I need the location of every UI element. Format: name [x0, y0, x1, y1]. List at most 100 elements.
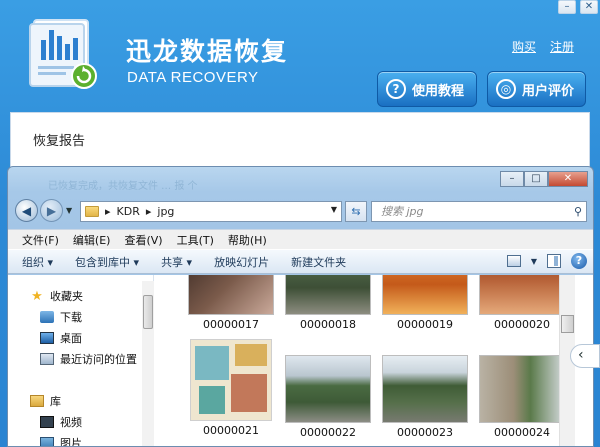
- report-title: 恢复报告: [33, 134, 86, 149]
- new-folder-button[interactable]: 新建文件夹: [291, 254, 346, 270]
- nav-library[interactable]: 库: [30, 393, 61, 409]
- photo-thumbnail: [285, 275, 371, 315]
- app-window-controls: – ✕: [558, 0, 598, 14]
- photo-thumbnail: [285, 355, 371, 423]
- forward-button[interactable]: ▶: [40, 199, 63, 222]
- nav-desktop[interactable]: 桌面: [40, 330, 82, 346]
- report-panel: 恢复报告: [10, 112, 590, 170]
- file-item[interactable]: 00000019: [382, 275, 468, 331]
- address-bar[interactable]: ▸ KDR ▸ jpg ▼: [80, 201, 342, 222]
- explorer-close-button[interactable]: ✕: [548, 171, 588, 187]
- user-review-button[interactable]: ◎ 用户评价: [487, 71, 586, 107]
- slideshow-button[interactable]: 放映幻灯片: [214, 254, 269, 270]
- app-minimize-button[interactable]: –: [558, 0, 576, 14]
- file-item[interactable]: 00000017: [188, 275, 274, 331]
- view-dropdown-icon[interactable]: ▼: [531, 257, 537, 266]
- help-icon[interactable]: ?: [571, 253, 587, 269]
- arrow-left-icon: ◀: [21, 203, 32, 218]
- buy-link[interactable]: 购买: [512, 38, 536, 55]
- file-item[interactable]: 00000018: [285, 275, 371, 331]
- file-name: 00000017: [203, 318, 259, 331]
- back-button[interactable]: ◀: [15, 199, 38, 222]
- photo-thumbnail: [479, 275, 565, 315]
- recent-places-icon: [40, 353, 54, 365]
- file-view-scrollbar-thumb[interactable]: [561, 315, 574, 333]
- downloads-icon: [40, 311, 54, 323]
- file-item[interactable]: 00000024: [479, 355, 565, 439]
- refresh-button[interactable]: ⇆: [345, 201, 367, 222]
- pictures-icon: [40, 437, 54, 446]
- file-name: 00000020: [494, 318, 550, 331]
- menu-bar: 文件(F) 编辑(E) 查看(V) 工具(T) 帮助(H): [8, 229, 593, 249]
- videos-icon: [40, 416, 54, 428]
- top-links: 购买 注册: [512, 38, 574, 55]
- folder-icon: [85, 206, 99, 217]
- register-link[interactable]: 注册: [550, 38, 574, 55]
- file-item[interactable]: 00000023: [382, 355, 468, 439]
- breadcrumb-kdr[interactable]: KDR: [117, 205, 140, 218]
- file-view: 00000017 00000018 00000019 00000020 0000…: [155, 275, 580, 446]
- menu-file[interactable]: 文件(F): [22, 232, 59, 248]
- change-view-icon[interactable]: [506, 255, 521, 267]
- nav-downloads[interactable]: 下载: [40, 309, 82, 325]
- chat-icon: ◎: [496, 79, 516, 99]
- menu-tools[interactable]: 工具(T): [177, 232, 214, 248]
- nav-recent-label: 最近访问的位置: [60, 353, 137, 366]
- navigation-pane: ★ 收藏夹 下载 桌面 最近访问的位置 库 视频 图片: [8, 275, 154, 447]
- menu-help[interactable]: 帮助(H): [228, 232, 267, 248]
- file-item[interactable]: 00000020: [479, 275, 565, 331]
- explorer-window-controls: – □ ✕: [500, 171, 588, 187]
- breadcrumb-separator-icon: ▸: [105, 205, 111, 218]
- app-logo-icon: [29, 19, 97, 89]
- search-box[interactable]: 搜索 jpg ⚲: [371, 201, 587, 222]
- tutorial-button-label: 使用教程: [412, 83, 465, 99]
- file-name: 00000022: [300, 426, 356, 439]
- chevron-left-icon: ‹: [578, 347, 584, 363]
- question-icon: ?: [386, 79, 406, 99]
- photo-thumbnail: [382, 275, 468, 315]
- app-subtitle: DATA RECOVERY: [127, 69, 259, 86]
- photo-thumbnail: [479, 355, 565, 423]
- nav-pictures[interactable]: 图片: [40, 435, 82, 447]
- address-dropdown-icon[interactable]: ▼: [331, 205, 337, 214]
- app-title: 迅龙数据恢复: [126, 37, 289, 66]
- explorer-body: ★ 收藏夹 下载 桌面 最近访问的位置 库 视频 图片 00000017 000…: [8, 275, 593, 447]
- recent-pages-dropdown[interactable]: ▼: [66, 206, 72, 215]
- organize-button[interactable]: 组织 ▾: [22, 254, 53, 270]
- nav-pictures-label: 图片: [60, 437, 82, 447]
- collapse-tab[interactable]: ‹: [570, 344, 600, 368]
- library-icon: [30, 395, 44, 407]
- menu-view[interactable]: 查看(V): [124, 232, 162, 248]
- background-status-text: 已恢复完成，共恢复文件 … 报 个: [48, 181, 198, 192]
- explorer-maximize-button[interactable]: □: [524, 171, 548, 187]
- explorer-minimize-button[interactable]: –: [500, 171, 524, 187]
- tutorial-button[interactable]: ? 使用教程: [377, 71, 477, 107]
- nav-videos[interactable]: 视频: [40, 414, 82, 430]
- share-button[interactable]: 共享 ▾: [161, 254, 192, 270]
- view-controls: ▼ ?: [506, 253, 587, 269]
- nav-desktop-label: 桌面: [60, 332, 82, 345]
- nav-scrollbar[interactable]: [142, 281, 154, 446]
- nav-recent[interactable]: 最近访问的位置: [40, 351, 137, 367]
- breadcrumb-jpg[interactable]: jpg: [157, 205, 174, 218]
- nav-favorites-label: 收藏夹: [50, 290, 83, 303]
- nav-favorites[interactable]: ★ 收藏夹: [30, 288, 83, 304]
- app-close-button[interactable]: ✕: [580, 0, 598, 14]
- include-in-library-button[interactable]: 包含到库中 ▾: [75, 254, 139, 270]
- file-item[interactable]: 00000021: [181, 339, 281, 437]
- file-name: 00000019: [397, 318, 453, 331]
- arrow-right-icon: ▶: [46, 203, 57, 218]
- photo-thumbnail: [382, 355, 468, 423]
- navigation-row: ◀ ▶ ▼ ▸ KDR ▸ jpg ▼ ⇆ 搜索 jpg ⚲: [13, 199, 588, 225]
- search-placeholder: 搜索 jpg: [381, 205, 424, 218]
- search-icon[interactable]: ⚲: [574, 202, 582, 221]
- menu-edit[interactable]: 编辑(E): [73, 232, 111, 248]
- file-name: 00000024: [494, 426, 550, 439]
- breadcrumb-separator-icon: ▸: [145, 205, 152, 218]
- file-item[interactable]: 00000022: [285, 355, 371, 439]
- preview-pane-icon[interactable]: [547, 254, 561, 268]
- nav-scrollbar-thumb[interactable]: [143, 295, 153, 329]
- file-name: 00000018: [300, 318, 356, 331]
- command-bar: 组织 ▾ 包含到库中 ▾ 共享 ▾ 放映幻灯片 新建文件夹 ▼ ?: [8, 249, 593, 274]
- nav-videos-label: 视频: [60, 416, 82, 429]
